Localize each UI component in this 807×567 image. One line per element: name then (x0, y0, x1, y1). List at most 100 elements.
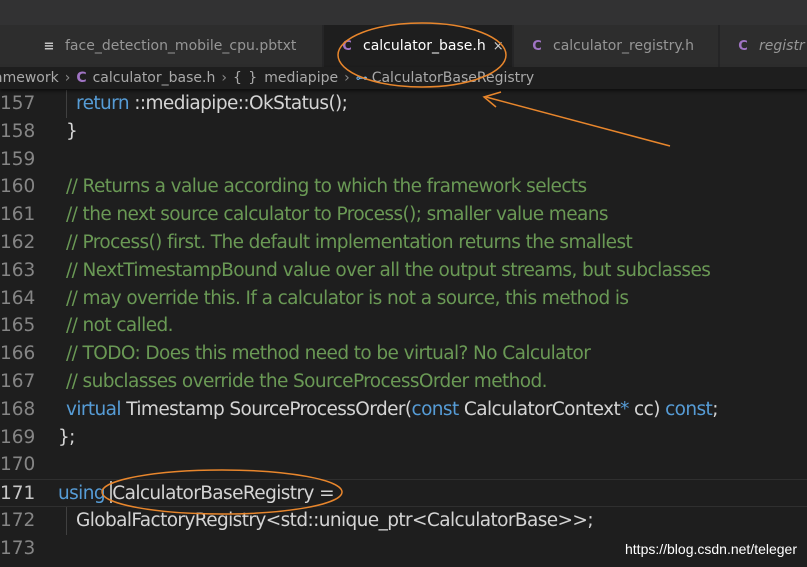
code-line[interactable]: 157 return ::mediapipe::OkStatus(); (0, 90, 807, 118)
code-token-comment: // TODO: Does this method need to be vir… (66, 343, 591, 365)
code-text: // the next source calculator to Process… (66, 201, 608, 229)
editor-window: ≡ face_detection_mobile_cpu.pbtxt Ccalcul… (0, 0, 807, 567)
line-number: 171 (0, 483, 36, 505)
indent-guide (66, 507, 67, 535)
line-number: 157 (0, 93, 36, 114)
c-language-icon: C (738, 39, 748, 54)
tab-bar: ≡ face_detection_mobile_cpu.pbtxt Ccalcul… (0, 25, 807, 67)
code-line[interactable]: 163 // NextTimestampBound value over all … (0, 257, 807, 285)
line-number: 160 (0, 176, 36, 198)
tab-label: face_detection_mobile_cpu.pbtxt (65, 38, 297, 54)
line-number: 159 (0, 148, 36, 170)
symbol-typedef-icon: ⊶ (355, 71, 368, 85)
line-number: 172 (0, 510, 36, 531)
code-token-comment: // the next source calculator to Process… (66, 204, 608, 226)
code-line[interactable]: 159 (0, 146, 807, 174)
code-text: // NextTimestampBound value over all the… (66, 257, 711, 285)
c-language-icon: C (342, 39, 352, 54)
code-token-plain: ::mediapipe::OkStatus(); (128, 93, 348, 114)
line-number: 169 (0, 426, 36, 448)
code-token-plain: GlobalFactoryRegistry<std::unique_ptr<Ca… (76, 510, 594, 531)
line-number: 170 (0, 454, 36, 476)
breadcrumb-item-symbol[interactable]: CalculatorBaseRegistry (372, 70, 535, 86)
breadcrumb-item-namespace[interactable]: mediapipe (264, 70, 338, 86)
tab-label: registr (759, 38, 805, 54)
title-bar (0, 0, 807, 25)
breadcrumb-separator: › (64, 70, 71, 86)
code-token-keyword: return (76, 93, 130, 114)
code-line[interactable]: 168 virtual Timestamp SourceProcessOrder(… (0, 396, 807, 424)
code-text: // Process() first. The default implemen… (66, 229, 633, 257)
code-token-plain: } (66, 120, 78, 142)
code-line[interactable]: 169}; (0, 424, 807, 452)
code-token-comment: // not called. (66, 315, 174, 337)
code-line[interactable]: 166 // TODO: Does this method need to be … (0, 340, 807, 368)
breadcrumb-separator: › (221, 70, 227, 86)
tab-calculator-registry[interactable]: Ccalculator_registry.h (514, 25, 718, 67)
code-line[interactable]: 170 (0, 451, 807, 479)
code-line[interactable]: 160 // Returns a value according to which… (0, 173, 807, 201)
close-icon[interactable]: × (493, 26, 504, 67)
code-token-plain: CalculatorBaseRegistry = (112, 483, 334, 505)
code-token-comment: // NextTimestampBound value over all the… (66, 259, 711, 281)
code-token-plain: cc) (628, 398, 666, 420)
line-number: 173 (0, 537, 36, 559)
tab-registration[interactable]: Cregistr (720, 25, 807, 67)
breadcrumb: amework › Ccalculator_base.h › { } mediapipe ›… (0, 67, 807, 89)
code-line[interactable]: 171 using CalculatorBaseRegistry = (0, 479, 807, 507)
code-text: return ::mediapipe::OkStatus(); (76, 90, 348, 118)
code-text: // subclasses override the SourceProcess… (66, 368, 548, 396)
code-token-comment: // Returns a value according to which th… (66, 176, 587, 198)
line-number: 165 (0, 315, 36, 337)
code-token-plain: CalculatorContext (458, 398, 621, 420)
code-token-comment: // may override this. If a calculator is… (66, 287, 629, 309)
menu-lines-icon: ≡ (43, 39, 55, 54)
code-token-keyword: const (411, 398, 460, 420)
code-text: // not called. (66, 312, 174, 340)
code-line[interactable]: 158} (0, 118, 807, 146)
breadcrumb-item-framework[interactable]: amework (0, 70, 59, 86)
code-line[interactable]: 167 // subclasses override the SourceProc… (0, 368, 807, 396)
code-token-keyword: using (58, 483, 106, 505)
line-number: 168 (0, 398, 36, 420)
code-text: }; (58, 424, 75, 452)
namespace-braces-icon: { } (232, 70, 259, 86)
line-number: 163 (0, 259, 36, 281)
line-number: 162 (0, 232, 36, 253)
code-token-ptr: * (620, 398, 629, 420)
c-language-icon: C (76, 70, 87, 86)
code-token-plain: }; (58, 426, 75, 448)
code-editor[interactable]: 157 return ::mediapipe::OkStatus(); 158} 15… (0, 89, 807, 567)
c-language-icon: C (532, 39, 542, 54)
line-number: 166 (0, 343, 36, 365)
code-line[interactable]: 164 // may override this. If a calculator… (0, 285, 807, 313)
code-text: using CalculatorBaseRegistry = (58, 480, 335, 508)
code-token-plain: Timestamp SourceProcessOrder( (120, 398, 412, 420)
code-token-comment: // Process() first. The default implemen… (66, 232, 633, 253)
code-line[interactable]: 172 GlobalFactoryRegistry<std::unique_ptr… (0, 507, 807, 535)
line-number: 164 (0, 287, 36, 309)
code-token-keyword: const (665, 398, 713, 420)
code-token-comment: // subclasses override the SourceProcess… (66, 371, 548, 392)
code-line[interactable]: 162 // Process() first. The default imple… (0, 229, 807, 257)
tab-calculator-base[interactable]: Ccalculator_base.h × (324, 25, 512, 67)
code-token-keyword: virtual (66, 398, 122, 420)
line-number: 158 (0, 120, 36, 142)
line-number: 167 (0, 371, 36, 392)
code-text: GlobalFactoryRegistry<std::unique_ptr<Ca… (76, 507, 594, 535)
code-token-plain: ; (712, 398, 718, 420)
breadcrumb-item-file[interactable]: calculator_base.h (93, 70, 216, 86)
code-text: // TODO: Does this method need to be vir… (66, 340, 591, 368)
code-text: } (66, 118, 78, 146)
tab-label: calculator_base.h (363, 38, 486, 54)
code-text: virtual Timestamp SourceProcessOrder(con… (66, 396, 718, 424)
tab-face-detection-pbtxt[interactable]: ≡ face_detection_mobile_cpu.pbtxt (0, 25, 322, 67)
code-text: // may override this. If a calculator is… (66, 285, 629, 313)
breadcrumb-separator: › (344, 70, 350, 86)
code-text: // Returns a value according to which th… (66, 173, 587, 201)
tab-label: calculator_registry.h (553, 38, 695, 54)
watermark: https://blog.csdn.net/teleger (625, 541, 797, 557)
code-line[interactable]: 161 // the next source calculator to Proc… (0, 201, 807, 229)
indent-guide (66, 90, 67, 118)
code-line[interactable]: 165 // not called. (0, 312, 807, 340)
